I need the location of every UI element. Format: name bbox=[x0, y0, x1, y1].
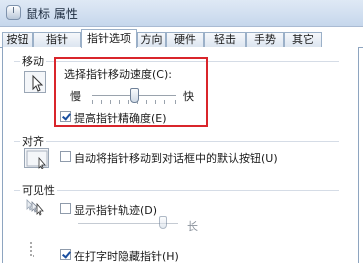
speed-slider-tick bbox=[92, 100, 93, 104]
speed-slider-tick bbox=[155, 100, 156, 104]
tab-pointers[interactable]: 指针 bbox=[33, 32, 81, 47]
tab-buttons[interactable]: 按钮 bbox=[2, 32, 33, 47]
speed-slider-tick bbox=[101, 100, 102, 104]
group-label-visibility: 可见性 bbox=[20, 182, 57, 198]
precision-label: 提高指针精确度(E) bbox=[74, 112, 167, 125]
speed-slider-tick bbox=[110, 100, 111, 104]
motion-pointer-icon bbox=[24, 71, 46, 93]
speed-slider-tick bbox=[128, 100, 129, 104]
pointer-trails-label: 显示指针轨迹(D) bbox=[74, 204, 158, 217]
mouse-app-icon bbox=[6, 5, 21, 20]
tab-direction[interactable]: 方向 bbox=[137, 32, 166, 47]
pointer-trails-checkbox[interactable] bbox=[60, 203, 71, 214]
title-bar[interactable]: 鼠标 属性 bbox=[0, 0, 363, 27]
snap-to-default-label: 自动将指针移动到对话框中的默认按钮(U) bbox=[74, 152, 278, 165]
tab-strip: 按钮 指针 指针选项 方向 硬件 轻击 手势 其它 bbox=[0, 29, 363, 48]
speed-slider-thumb[interactable] bbox=[129, 88, 139, 103]
trails-slider-thumb[interactable] bbox=[159, 216, 167, 229]
hide-while-typing-checkbox[interactable] bbox=[60, 249, 71, 260]
group-divider-snap bbox=[14, 141, 339, 142]
tab-other[interactable]: 其它 bbox=[284, 32, 322, 47]
speed-label: 选择指针移动速度(C): bbox=[64, 68, 172, 81]
snap-pointer-icon bbox=[24, 148, 49, 169]
window-title: 鼠标 属性 bbox=[26, 7, 78, 21]
precision-checkbox[interactable] bbox=[60, 111, 71, 122]
slow-label: 慢 bbox=[70, 90, 81, 103]
group-label-snap: 对齐 bbox=[20, 133, 46, 149]
speed-slider-tick bbox=[164, 100, 165, 104]
tab-tap[interactable]: 轻击 bbox=[204, 32, 246, 47]
tab-pointer-options[interactable]: 指针选项 bbox=[81, 29, 137, 48]
speed-slider-tick bbox=[146, 100, 147, 104]
fast-label: 快 bbox=[183, 90, 194, 103]
group-label-motion: 移动 bbox=[20, 53, 46, 69]
trails-pointer-icon bbox=[24, 197, 46, 219]
tab-gestures[interactable]: 手势 bbox=[246, 32, 284, 47]
hide-while-typing-label: 在打字时隐藏指针(H) bbox=[74, 250, 179, 263]
group-divider-visibility bbox=[14, 190, 339, 191]
snap-to-default-checkbox[interactable] bbox=[60, 151, 71, 162]
tab-hardware[interactable]: 硬件 bbox=[166, 32, 204, 47]
hide-pointer-icon bbox=[26, 240, 46, 260]
trails-long-label: 长 bbox=[187, 220, 198, 233]
speed-slider-tick bbox=[119, 100, 120, 104]
speed-slider-tick bbox=[175, 100, 176, 104]
